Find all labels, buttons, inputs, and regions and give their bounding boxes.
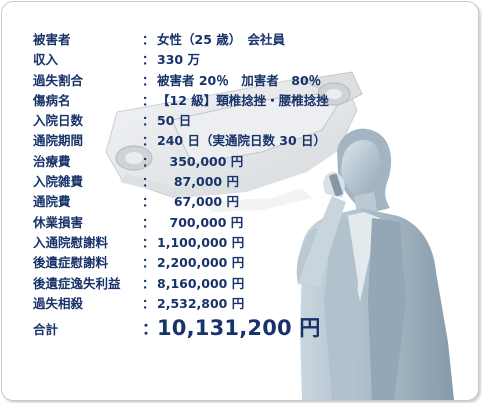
detail-value: 350,000 円: [157, 153, 244, 169]
detail-value: 240 日（実通院日数 30 日）: [157, 133, 327, 149]
detail-value: 被害者 20％ 加害者 80％: [157, 72, 322, 88]
detail-row-disability-consolation: 後遺症慰謝料 ： 2,200,000 円: [33, 253, 473, 273]
total-separator: ：: [142, 319, 159, 338]
detail-value: 67,000 円: [157, 194, 239, 210]
detail-label: 後遺症逸失利益: [33, 275, 121, 291]
detail-separator: ：: [142, 32, 155, 47]
detail-label: 休業損害: [33, 214, 84, 230]
detail-value: 330 万: [157, 52, 200, 68]
detail-label: 治療費: [33, 153, 71, 169]
total-value: 10,131,200 円: [157, 316, 321, 340]
detail-row-income: 収入 ： 330 万: [33, 50, 473, 70]
detail-label: 入通院慰謝料: [33, 234, 109, 250]
detail-row-commute-cost: 通院費 ： 67,000 円: [33, 192, 473, 212]
detail-label: 過失相殺: [33, 295, 84, 311]
detail-label: 通院期間: [33, 133, 84, 149]
detail-value: 2,200,000 円: [157, 255, 245, 271]
detail-value: 700,000 円: [157, 214, 244, 230]
detail-row-outpatient-period: 通院期間 ： 240 日（実通院日数 30 日）: [33, 131, 473, 151]
detail-value: 8,160,000 円: [157, 275, 245, 291]
detail-separator: ：: [142, 72, 155, 88]
detail-label: 傷病名: [33, 92, 71, 108]
detail-separator: ：: [142, 113, 155, 129]
detail-label: 過失割合: [33, 72, 84, 88]
total-label: 合計: [33, 322, 59, 337]
detail-value: 2,532,800 円: [157, 295, 245, 311]
detail-separator: ：: [142, 133, 155, 149]
detail-row-fault-ratio: 過失割合 ： 被害者 20％ 加害者 80％: [33, 71, 473, 91]
detail-row-treatment-cost: 治療費 ： 350,000 円: [33, 152, 473, 172]
detail-value: 87,000 円: [157, 174, 239, 190]
detail-row-lost-wages: 休業損害 ： 700,000 円: [33, 213, 473, 233]
case-card: 被害者 ： 女性（25 歳） 会社員 収入 ： 330 万 過失割合 ： 被害者…: [1, 1, 479, 401]
detail-label: 被害者: [33, 32, 71, 47]
detail-separator: ：: [142, 275, 155, 291]
detail-label: 入院日数: [33, 113, 84, 129]
detail-row-injury: 傷病名 ： 【12 級】頸椎捻挫・腰椎捻挫: [33, 91, 473, 111]
detail-value: 1,100,000 円: [157, 234, 245, 250]
detail-row-lost-earnings: 後遺症逸失利益 ： 8,160,000 円: [33, 274, 473, 294]
detail-separator: ：: [142, 295, 155, 311]
detail-label: 収入: [33, 52, 59, 68]
detail-row-victim: 被害者 ： 女性（25 歳） 会社員: [33, 30, 473, 50]
detail-value: 女性（25 歳） 会社員: [157, 32, 285, 47]
detail-separator: ：: [142, 52, 155, 68]
case-details-list: 被害者 ： 女性（25 歳） 会社員 収入 ： 330 万 過失割合 ： 被害者…: [33, 30, 473, 314]
detail-separator: ：: [142, 194, 155, 210]
detail-separator: ：: [142, 153, 155, 169]
detail-row-hospital-consolation: 入通院慰謝料 ： 1,100,000 円: [33, 233, 473, 253]
detail-label: 通院費: [33, 194, 71, 210]
detail-label: 後遺症慰謝料: [33, 255, 109, 271]
detail-label: 入院雑費: [33, 174, 84, 190]
detail-separator: ：: [142, 255, 155, 271]
detail-row-hospital-misc: 入院雑費 ： 87,000 円: [33, 172, 473, 192]
detail-separator: ：: [142, 234, 155, 250]
total-row: 合計 ： 10,131,200 円: [33, 312, 473, 342]
detail-separator: ：: [142, 174, 155, 190]
detail-separator: ：: [142, 214, 155, 230]
detail-value: 50 日: [157, 113, 192, 129]
detail-value: 【12 級】頸椎捻挫・腰椎捻挫: [157, 92, 329, 108]
detail-separator: ：: [142, 92, 155, 108]
detail-row-hospital-days: 入院日数 ： 50 日: [33, 111, 473, 131]
